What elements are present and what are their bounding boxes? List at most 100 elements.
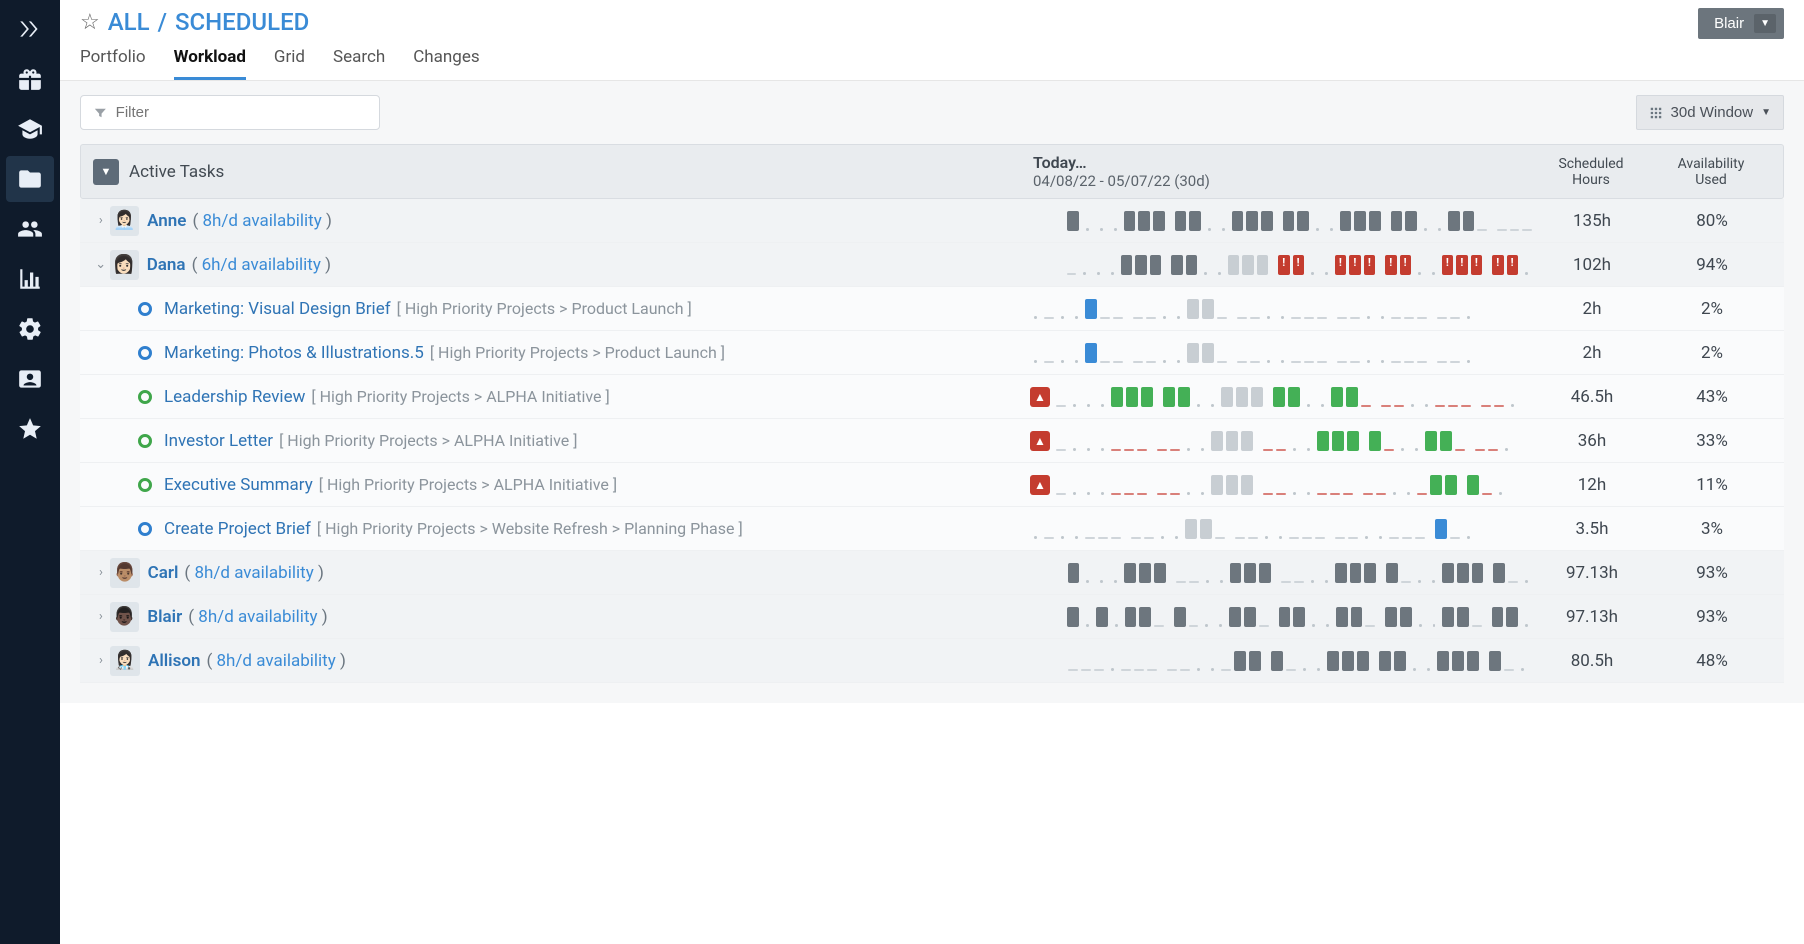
- workload-cell: [1400, 607, 1412, 627]
- workload-cell: [1404, 317, 1414, 319]
- task-name[interactable]: Marketing: Visual Design Brief: [164, 299, 391, 319]
- workload-cell: [1450, 361, 1460, 363]
- workload-cell: [1330, 228, 1333, 231]
- filter-icon: [93, 105, 108, 121]
- scheduled-hours: 80.5h: [1532, 651, 1652, 671]
- person-card-icon[interactable]: [6, 356, 54, 402]
- task-row[interactable]: Investor Letter [ High Priority Projects…: [80, 419, 1784, 463]
- window-range-button[interactable]: 30d Window ▼: [1636, 95, 1784, 130]
- workload-cell: [1248, 537, 1258, 539]
- person-row[interactable]: › 👨🏿 Blair ( 8h/d availability ) 97.13h …: [80, 595, 1784, 639]
- task-row[interactable]: Marketing: Visual Design Brief [ High Pr…: [80, 287, 1784, 331]
- task-name[interactable]: Marketing: Photos & Illustrations.5: [164, 343, 424, 363]
- workload-cell: [1083, 272, 1086, 275]
- graduation-cap-icon[interactable]: [6, 106, 54, 152]
- workload-cell: [1067, 211, 1079, 231]
- user-menu-button[interactable]: Blair ▼: [1698, 8, 1784, 39]
- scheduled-hours: 46.5h: [1532, 387, 1652, 407]
- workload-cell: [1197, 668, 1200, 671]
- workload-cell: [1073, 404, 1076, 407]
- workload-cell: [1481, 405, 1491, 407]
- gift-icon[interactable]: [6, 56, 54, 102]
- task-row[interactable]: Executive Summary [ High Priority Projec…: [80, 463, 1784, 507]
- workload-cell: [1171, 255, 1182, 275]
- chevron-right-icon[interactable]: ›: [92, 609, 110, 624]
- workload-cell: [1435, 405, 1445, 407]
- task-row[interactable]: Marketing: Photos & Illustrations.5 [ Hi…: [80, 331, 1784, 375]
- workload-cell: [1317, 493, 1327, 495]
- workload-cell: [1267, 360, 1270, 363]
- tab-workload[interactable]: Workload: [174, 47, 246, 80]
- workload-cell: [1034, 536, 1037, 539]
- workload-cells: [1067, 607, 1532, 627]
- person-name[interactable]: Anne: [147, 211, 186, 231]
- workload-cell: [1138, 211, 1150, 231]
- task-name[interactable]: Investor Letter: [164, 431, 273, 451]
- people-icon[interactable]: [6, 206, 54, 252]
- chevron-right-icon[interactable]: ›: [92, 565, 110, 580]
- person-row[interactable]: › 👩🏻‍💼 Anne ( 8h/d availability ) 135h 8…: [80, 199, 1784, 243]
- workload-cell: [1226, 475, 1238, 495]
- person-name[interactable]: Allison: [148, 651, 200, 671]
- col-today-label: Today…: [1033, 153, 1531, 172]
- person-row[interactable]: › 👩🏻‍⚕️ Allison ( 8h/d availability ) 80…: [80, 639, 1784, 683]
- workload-cell: [1121, 255, 1132, 275]
- person-row[interactable]: ⌄ 👩🏻 Dana ( 6h/d availability ) 102h 94%: [80, 243, 1784, 287]
- filter-input-wrap[interactable]: [80, 95, 380, 130]
- star-icon[interactable]: [6, 406, 54, 452]
- favorite-star-icon[interactable]: ☆: [80, 10, 100, 35]
- workload-cells: [1067, 211, 1532, 231]
- chevron-right-icon[interactable]: ›: [92, 213, 110, 228]
- person-row[interactable]: › 👨🏽 Carl ( 8h/d availability ) 97.13h 9…: [80, 551, 1784, 595]
- workload-cell: [1482, 493, 1492, 495]
- workload-cell: [1492, 255, 1503, 275]
- tab-search[interactable]: Search: [333, 47, 385, 80]
- workload-cell: [1291, 317, 1301, 319]
- chevron-right-icon[interactable]: ›: [92, 653, 110, 668]
- gear-icon[interactable]: [6, 306, 54, 352]
- workload-cell: [1111, 272, 1114, 275]
- folder-icon[interactable]: [6, 156, 54, 202]
- chart-icon[interactable]: [6, 256, 54, 302]
- workload-cell: [1293, 255, 1304, 275]
- tab-changes[interactable]: Changes: [413, 47, 479, 80]
- breadcrumb-leaf[interactable]: SCHEDULED: [175, 8, 309, 36]
- task-name[interactable]: Create Project Brief: [164, 519, 311, 539]
- workload-cell: [1411, 404, 1414, 407]
- workload-cell: [1504, 669, 1514, 671]
- workload-cell: [1376, 493, 1386, 495]
- grid-icon: [1649, 106, 1663, 120]
- task-row[interactable]: Create Project Brief [ High Priority Pro…: [80, 507, 1784, 551]
- workload-cell: [1271, 651, 1283, 671]
- workload-cell: [1068, 669, 1078, 671]
- main: ☆ ALL / SCHEDULED Blair ▼ PortfolioWorkl…: [60, 0, 1804, 944]
- person-name[interactable]: Dana: [147, 255, 186, 275]
- tab-grid[interactable]: Grid: [274, 47, 305, 80]
- workload-cell: [1263, 493, 1273, 495]
- person-name[interactable]: Blair: [147, 607, 182, 627]
- workload-cell: [1348, 537, 1358, 539]
- workload-cell: [1417, 493, 1427, 495]
- breadcrumb-root[interactable]: ALL: [108, 8, 150, 36]
- person-availability: ( 6h/d availability ): [192, 255, 331, 275]
- workload-cell: [1440, 431, 1452, 451]
- workload-cell: [1276, 493, 1286, 495]
- col-tasks-label: Active Tasks: [129, 162, 224, 182]
- tab-portfolio[interactable]: Portfolio: [80, 47, 146, 80]
- collapse-all-toggle[interactable]: ▼: [93, 159, 119, 185]
- filter-input[interactable]: [116, 104, 367, 121]
- workload-cell: [1086, 624, 1089, 627]
- task-name[interactable]: Leadership Review: [164, 387, 305, 407]
- sidebar-expand-icon[interactable]: [6, 6, 54, 52]
- workload-cell: [1075, 316, 1078, 319]
- task-row[interactable]: Leadership Review [ High Priority Projec…: [80, 375, 1784, 419]
- person-name[interactable]: Carl: [148, 563, 179, 583]
- workload-cell: [1146, 361, 1156, 363]
- workload-cell: [1337, 361, 1347, 363]
- workload-cell: [1325, 272, 1328, 275]
- chevron-down-icon[interactable]: ⌄: [92, 257, 110, 272]
- task-name[interactable]: Executive Summary: [164, 475, 313, 495]
- workload-cell: [1221, 669, 1231, 671]
- workload-cell: [1488, 449, 1498, 451]
- workload-cell: [1124, 449, 1134, 451]
